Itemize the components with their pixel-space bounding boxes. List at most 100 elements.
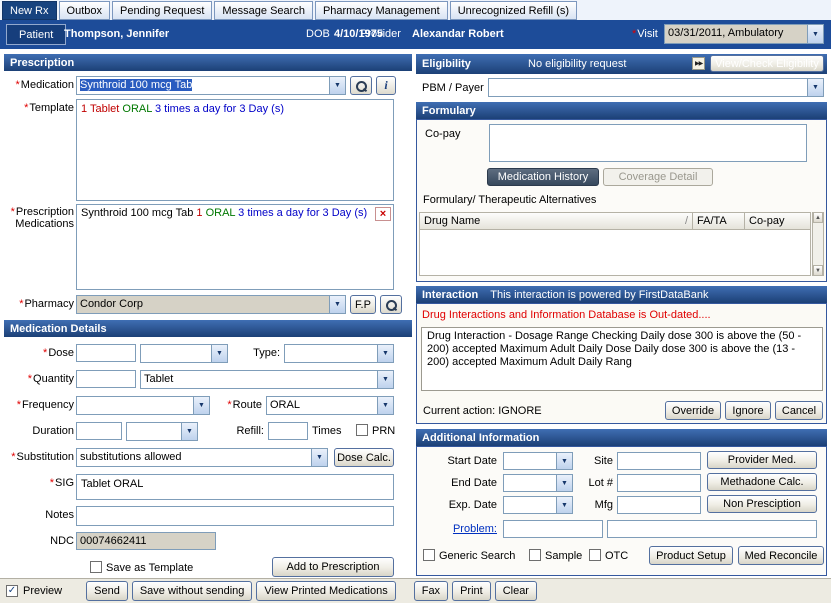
- tab-pending-request[interactable]: Pending Request: [112, 1, 212, 20]
- tab-unrecognized-refill[interactable]: Unrecognized Refill (s): [450, 1, 577, 20]
- tab-outbox[interactable]: Outbox: [59, 1, 110, 20]
- frequency-select[interactable]: ▼: [76, 396, 210, 415]
- site-input[interactable]: [617, 452, 701, 470]
- medication-search-button[interactable]: [350, 76, 372, 95]
- generic-search-checkbox[interactable]: [423, 549, 435, 561]
- favorite-pharmacy-button[interactable]: F.P: [350, 295, 376, 314]
- tab-message-search[interactable]: Message Search: [214, 1, 313, 20]
- dropdown-arrow-icon[interactable]: ▼: [556, 453, 572, 469]
- dropdown-arrow-icon[interactable]: ▼: [556, 497, 572, 513]
- dropdown-arrow-icon[interactable]: ▼: [311, 449, 327, 466]
- column-copay[interactable]: Co-pay: [744, 213, 810, 229]
- start-date-select[interactable]: ▼: [503, 452, 573, 470]
- pharmacy-search-button[interactable]: [380, 295, 402, 314]
- duration-unit-select[interactable]: ▼: [126, 422, 198, 441]
- dropdown-arrow-icon[interactable]: ▼: [807, 25, 823, 43]
- view-printed-medications-button[interactable]: View Printed Medications: [256, 581, 395, 601]
- type-select[interactable]: ▼: [284, 344, 394, 363]
- route-select[interactable]: ORAL▼: [266, 396, 394, 415]
- visit-select[interactable]: 03/31/2011, Ambulatory ▼: [664, 24, 824, 44]
- problem-link[interactable]: Problem:: [417, 523, 497, 535]
- duration-input[interactable]: [76, 422, 122, 440]
- sample-checkbox[interactable]: [529, 549, 541, 561]
- provider-med-button[interactable]: Provider Med.: [707, 451, 817, 469]
- patient-button[interactable]: Patient: [6, 24, 66, 45]
- prn-label: PRN: [372, 425, 395, 437]
- add-to-prescription-button[interactable]: Add to Prescription: [272, 557, 394, 577]
- quantity-unit-select[interactable]: Tablet▼: [140, 370, 394, 389]
- ndc-input[interactable]: [76, 532, 216, 550]
- override-button[interactable]: Override: [665, 401, 721, 420]
- template-box[interactable]: 1 Tablet ORAL 3 times a day for 3 Day (s…: [76, 99, 394, 201]
- visit-value: 03/31/2011, Ambulatory: [665, 25, 807, 43]
- dropdown-arrow-icon[interactable]: ▼: [377, 345, 393, 362]
- non-prescription-button[interactable]: Non Presciption: [707, 495, 817, 513]
- prescription-medication-item[interactable]: Synthroid 100 mcg Tab 1 ORAL 3 times a d…: [77, 205, 393, 221]
- dropdown-arrow-icon[interactable]: ▼: [807, 79, 823, 96]
- alternatives-table-header: Drug Name/ FA/TA Co-pay: [419, 212, 811, 230]
- methadone-calc-button[interactable]: Methadone Calc.: [707, 473, 817, 491]
- clear-button[interactable]: Clear: [495, 581, 537, 601]
- send-button[interactable]: Send: [86, 581, 128, 601]
- cancel-button[interactable]: Cancel: [775, 401, 823, 420]
- ignore-button[interactable]: Ignore: [725, 401, 771, 420]
- copay-box[interactable]: [489, 124, 807, 162]
- lot-input[interactable]: [617, 474, 701, 492]
- search-icon: [355, 80, 367, 92]
- dose-input[interactable]: [76, 344, 136, 362]
- dropdown-arrow-icon[interactable]: ▼: [181, 423, 197, 440]
- quantity-input[interactable]: [76, 370, 136, 388]
- delete-medication-button[interactable]: ×: [375, 207, 391, 221]
- dropdown-arrow-icon[interactable]: ▼: [377, 397, 393, 414]
- refill-input[interactable]: [268, 422, 308, 440]
- dropdown-arrow-icon[interactable]: ▼: [556, 475, 572, 491]
- medication-info-button[interactable]: i: [376, 76, 396, 95]
- notes-box[interactable]: [76, 506, 394, 526]
- dropdown-arrow-icon[interactable]: ▼: [329, 296, 345, 313]
- med-reconcile-button[interactable]: Med Reconcile: [738, 546, 824, 565]
- otc-checkbox[interactable]: [589, 549, 601, 561]
- medication-select[interactable]: Synthroid 100 mcg Tab ▼: [76, 76, 346, 95]
- medication-history-button[interactable]: Medication History: [487, 168, 599, 186]
- pharmacy-select[interactable]: Condor Corp ▼: [76, 295, 346, 314]
- dose-calc-button[interactable]: Dose Calc.: [334, 448, 394, 467]
- med-qty: 1: [196, 207, 202, 219]
- scroll-down-icon[interactable]: ▼: [813, 265, 823, 276]
- interaction-warning: Drug Interactions and Information Databa…: [422, 309, 711, 321]
- fax-button[interactable]: Fax: [414, 581, 448, 601]
- prn-checkbox[interactable]: [356, 424, 368, 436]
- medication-details-title: Medication Details: [10, 323, 107, 335]
- dropdown-arrow-icon[interactable]: ▼: [377, 371, 393, 388]
- fast-forward-icon[interactable]: ▶▶: [692, 57, 705, 70]
- end-date-select[interactable]: ▼: [503, 474, 573, 492]
- substitution-select[interactable]: substitutions allowed▼: [76, 448, 328, 467]
- product-setup-button[interactable]: Product Setup: [649, 546, 733, 565]
- column-drug-name[interactable]: Drug Name/: [420, 213, 692, 229]
- scroll-up-icon[interactable]: ▲: [813, 212, 823, 223]
- save-without-sending-button[interactable]: Save without sending: [132, 581, 253, 601]
- coverage-detail-button[interactable]: Coverage Detail: [603, 168, 713, 186]
- exp-date-select[interactable]: ▼: [503, 496, 573, 514]
- tab-pharmacy-management[interactable]: Pharmacy Management: [315, 1, 448, 20]
- dropdown-arrow-icon[interactable]: ▼: [329, 77, 345, 94]
- preview-checkbox[interactable]: ✓: [6, 585, 18, 597]
- view-check-eligibility-button[interactable]: View/Check Eligibility: [710, 55, 824, 72]
- copay-label: Co-pay: [425, 128, 460, 140]
- mfg-input[interactable]: [617, 496, 701, 514]
- sig-box[interactable]: Tablet ORAL: [76, 474, 394, 500]
- tab-new-rx[interactable]: New Rx: [2, 1, 57, 20]
- print-button[interactable]: Print: [452, 581, 491, 601]
- save-as-template-checkbox[interactable]: [90, 561, 102, 573]
- interaction-panel: Drug Interactions and Information Databa…: [416, 303, 827, 424]
- tab-bar: New Rx Outbox Pending Request Message Se…: [0, 0, 831, 20]
- dose-unit-select[interactable]: ▼: [140, 344, 228, 363]
- problem-detail-input[interactable]: [607, 520, 817, 538]
- column-fata[interactable]: FA/TA: [692, 213, 744, 229]
- pbm-payer-select[interactable]: ▼: [488, 78, 824, 97]
- problem-input[interactable]: [503, 520, 603, 538]
- interaction-title: Interaction: [422, 289, 478, 301]
- lot-label: Lot #: [575, 477, 613, 489]
- dropdown-arrow-icon[interactable]: ▼: [211, 345, 227, 362]
- dropdown-arrow-icon[interactable]: ▼: [193, 397, 209, 414]
- formulary-scrollbar[interactable]: ▲ ▼: [812, 212, 824, 276]
